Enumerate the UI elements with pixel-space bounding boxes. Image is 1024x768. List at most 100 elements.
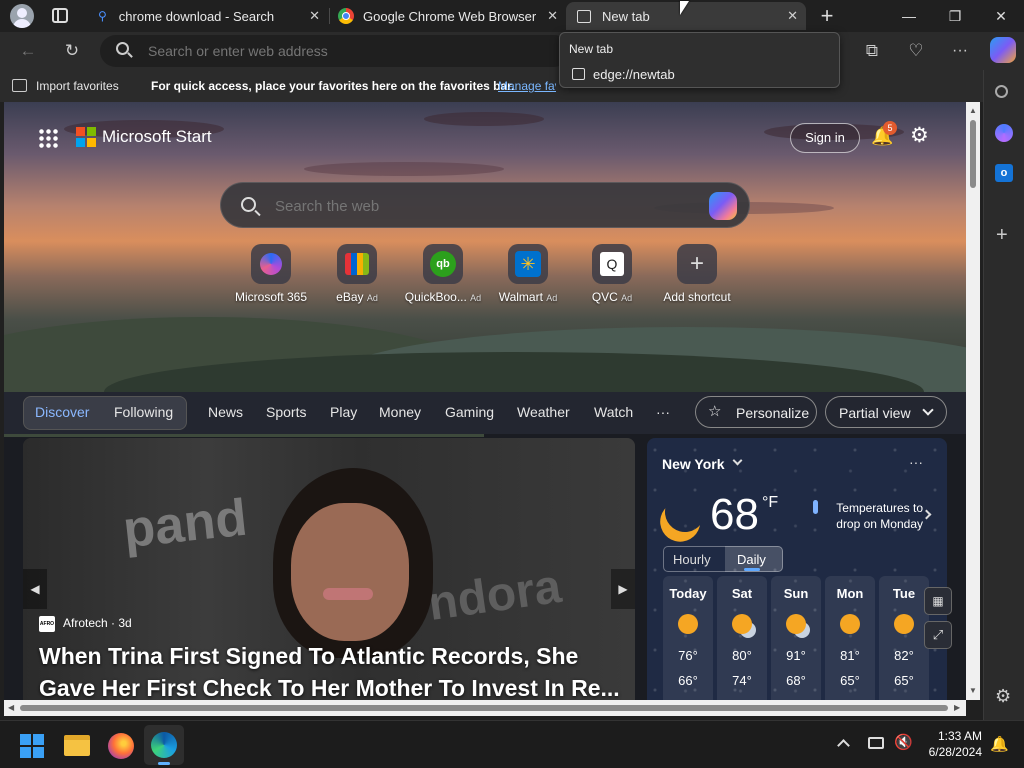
chevron-down-icon[interactable] bbox=[732, 455, 743, 466]
address-input[interactable] bbox=[148, 41, 558, 61]
news-headline[interactable]: When Trina First Signed To Atlantic Reco… bbox=[39, 640, 624, 700]
tooltip-url: edge://newtab bbox=[593, 67, 675, 82]
close-window-button[interactable]: ✕ bbox=[978, 0, 1024, 32]
address-bar[interactable] bbox=[100, 35, 570, 67]
forecast-day[interactable]: Sun 91° 68° bbox=[771, 576, 821, 700]
tab-sports[interactable]: Sports bbox=[266, 404, 306, 420]
ad-label: Ad bbox=[366, 293, 378, 303]
tab-title: Google Chrome Web Browser bbox=[363, 8, 537, 24]
forecast-low: 68° bbox=[786, 673, 806, 688]
quick-link-qvc[interactable]: Q QVC Ad bbox=[567, 244, 657, 304]
tab-discover[interactable]: Discover bbox=[35, 404, 89, 420]
volume-muted-icon[interactable]: 🔇 bbox=[894, 733, 913, 751]
close-tab-icon[interactable]: ✕ bbox=[547, 8, 558, 24]
source-name: Afrotech bbox=[63, 616, 108, 630]
outlook-icon[interactable]: o bbox=[995, 164, 1013, 182]
forecast-day[interactable]: Today 76° 66° bbox=[663, 576, 713, 700]
edge-sidebar: o + ⚙ bbox=[983, 70, 1024, 720]
more-categories-button[interactable]: ··· bbox=[656, 404, 670, 420]
weather-alert[interactable]: Temperatures to drop on Monday bbox=[823, 500, 923, 532]
web-search-box[interactable] bbox=[220, 182, 750, 228]
edge-taskbar-button[interactable] bbox=[144, 725, 184, 765]
copilot-sidebar-icon[interactable] bbox=[995, 124, 1013, 142]
firefox-icon[interactable] bbox=[108, 733, 134, 759]
quick-link-ebay[interactable]: eBay Ad bbox=[312, 244, 402, 304]
copilot-icon[interactable] bbox=[709, 192, 737, 220]
vertical-scrollbar[interactable]: ▲ ▼ bbox=[966, 102, 980, 700]
chevron-right-icon[interactable] bbox=[921, 509, 932, 520]
forecast-day[interactable]: Mon 81° 65° bbox=[825, 576, 875, 700]
moon-icon bbox=[658, 485, 713, 540]
tab-chrome[interactable]: Google Chrome Web Browser ✕ bbox=[330, 2, 566, 30]
import-favorites-link[interactable]: Import favorites bbox=[36, 79, 119, 93]
quick-link-microsoft365[interactable]: Microsoft 365 bbox=[226, 244, 316, 304]
quick-link-label: QuickBoo... bbox=[404, 290, 467, 304]
weather-more-icon[interactable]: ··· bbox=[909, 454, 923, 470]
notifications-icon[interactable]: 🔔 bbox=[990, 735, 1009, 753]
expand-button[interactable]: ⤢ bbox=[924, 621, 952, 649]
clock-date[interactable]: 6/28/2024 bbox=[918, 745, 982, 759]
settings-gear-icon[interactable]: ⚙ bbox=[910, 123, 929, 148]
file-explorer-icon[interactable] bbox=[64, 735, 90, 756]
show-hidden-icons-chevron[interactable] bbox=[837, 739, 850, 752]
profile-avatar[interactable] bbox=[10, 4, 34, 28]
tab-hourly[interactable]: Hourly bbox=[673, 552, 711, 567]
tab-following[interactable]: Following bbox=[114, 404, 173, 420]
forecast-day[interactable]: Tue 82° 65° bbox=[879, 576, 929, 700]
forecast-day-label: Sun bbox=[783, 586, 809, 601]
tab-gaming[interactable]: Gaming bbox=[445, 404, 494, 420]
web-search-input[interactable] bbox=[275, 196, 675, 216]
favorites-message: For quick access, place your favorites h… bbox=[151, 79, 515, 93]
horizontal-scrollbar[interactable]: ◀ ▶ bbox=[4, 700, 966, 716]
scrollbar-thumb[interactable] bbox=[970, 120, 976, 188]
tab-title: chrome download - Search bbox=[118, 8, 275, 24]
add-shortcut-button[interactable]: + Add shortcut bbox=[652, 244, 742, 304]
tab-watch[interactable]: Watch bbox=[594, 404, 633, 420]
image-search-button[interactable]: ▦ bbox=[924, 587, 952, 615]
tab-daily[interactable]: Daily bbox=[725, 546, 783, 572]
tab-news[interactable]: News bbox=[208, 404, 243, 420]
minimize-button[interactable]: — bbox=[886, 0, 932, 32]
apps-launcher-icon[interactable] bbox=[38, 128, 58, 148]
clock-time[interactable]: 1:33 AM bbox=[934, 729, 982, 743]
microsoft365-icon bbox=[260, 253, 282, 275]
forecast-low: 66° bbox=[678, 673, 698, 688]
tab-actions-icon[interactable] bbox=[52, 8, 68, 23]
news-card[interactable]: pand ndora ◀ ▶ AFRO Afrotech · 3d When T… bbox=[23, 438, 635, 700]
forecast-low: 65° bbox=[894, 673, 914, 688]
copilot-icon[interactable] bbox=[990, 37, 1016, 63]
sidebar-settings-icon[interactable]: ⚙ bbox=[995, 686, 1011, 707]
restore-button[interactable]: ❐ bbox=[932, 0, 978, 32]
weather-location[interactable]: New York bbox=[662, 456, 725, 472]
tab-search[interactable]: ⚲ chrome download - Search ✕ bbox=[88, 2, 328, 30]
browser-essentials-icon[interactable]: ♡ bbox=[904, 39, 928, 63]
quick-link-walmart[interactable]: ✳ Walmart Ad bbox=[483, 244, 573, 304]
weather-card[interactable]: New York ··· 68 °F Temperatures to drop … bbox=[647, 438, 947, 700]
manage-favorites-link[interactable]: Manage favorites now bbox=[498, 79, 556, 93]
next-arrow-button[interactable]: ▶ bbox=[611, 569, 635, 609]
tab-money[interactable]: Money bbox=[379, 404, 421, 420]
import-favorites-icon[interactable] bbox=[12, 79, 27, 92]
scrollbar-thumb[interactable] bbox=[20, 705, 948, 711]
forecast-high: 80° bbox=[732, 648, 752, 663]
sidebar-search-icon[interactable] bbox=[995, 85, 1008, 98]
prev-arrow-button[interactable]: ◀ bbox=[23, 569, 47, 609]
partial-view-dropdown[interactable]: Partial view bbox=[825, 396, 947, 428]
brand-title[interactable]: Microsoft Start bbox=[102, 127, 212, 147]
network-icon[interactable] bbox=[868, 737, 884, 749]
more-menu-icon[interactable]: ··· bbox=[948, 39, 972, 63]
new-tab-button[interactable]: + bbox=[815, 4, 839, 28]
forecast-day[interactable]: Sat 80° 74° bbox=[717, 576, 767, 700]
tab-play[interactable]: Play bbox=[330, 404, 357, 420]
refresh-icon[interactable]: ↻ bbox=[60, 39, 84, 63]
sign-in-button[interactable]: Sign in bbox=[790, 123, 860, 153]
back-arrow-icon[interactable]: ← bbox=[16, 39, 40, 63]
tab-weather[interactable]: Weather bbox=[517, 404, 570, 420]
start-windows-icon[interactable] bbox=[20, 734, 44, 758]
add-sidebar-app-icon[interactable]: + bbox=[996, 224, 1008, 247]
close-tab-icon[interactable]: ✕ bbox=[787, 8, 798, 24]
personalize-button[interactable]: ☆ Personalize bbox=[695, 396, 817, 428]
quick-link-quickbooks[interactable]: qb QuickBoo... Ad bbox=[398, 244, 488, 304]
collections-icon[interactable]: ⧉ bbox=[860, 39, 884, 63]
close-tab-icon[interactable]: ✕ bbox=[309, 8, 320, 24]
